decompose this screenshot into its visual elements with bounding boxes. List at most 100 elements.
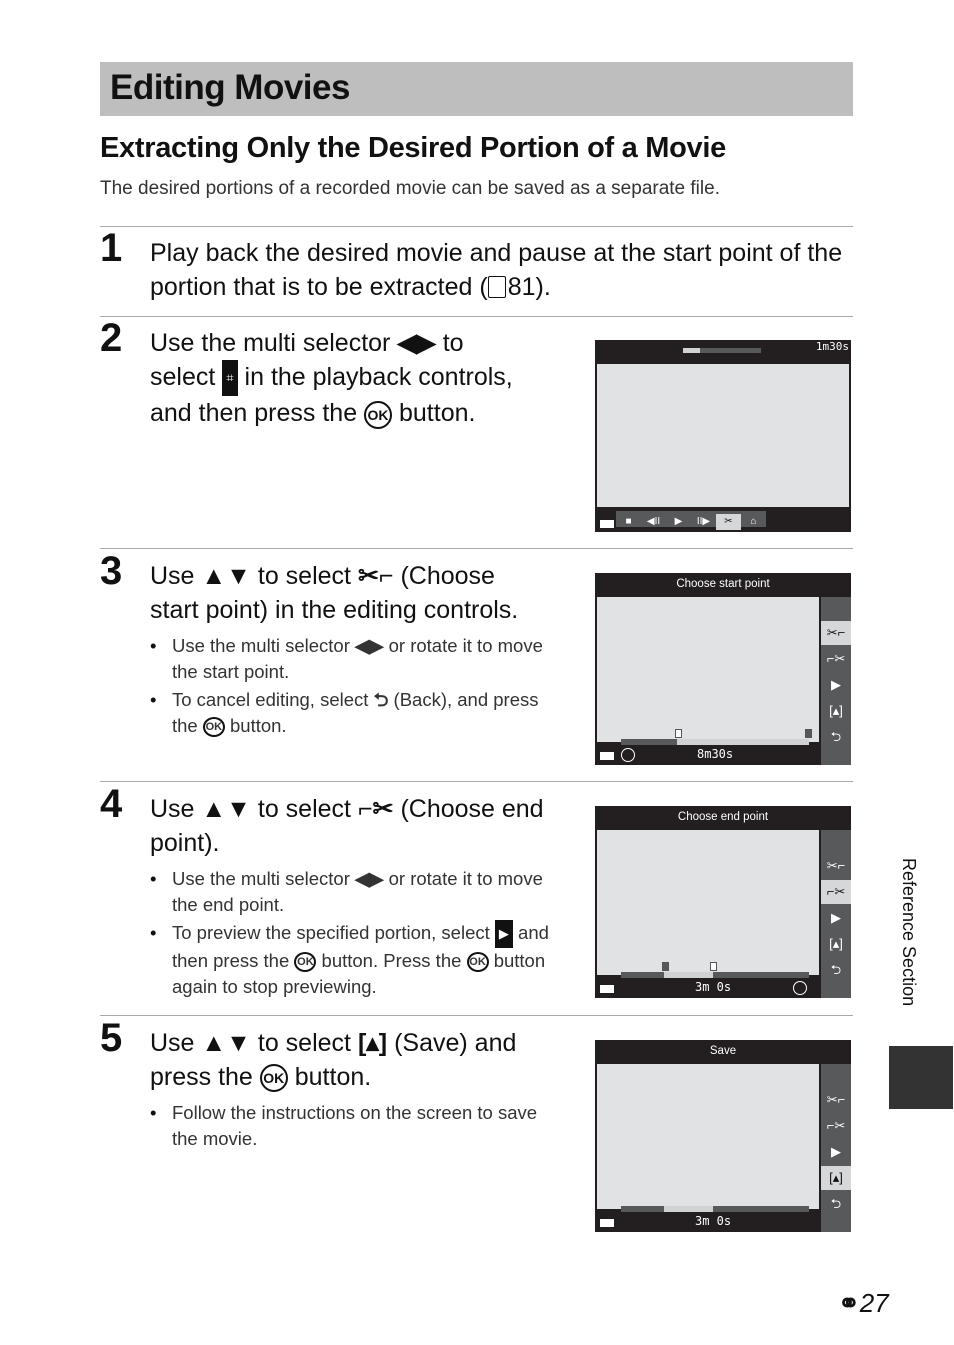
step-text: in the playback controls, bbox=[244, 363, 513, 391]
bullet-item: Use the multi selector ◀▶ or rotate it t… bbox=[150, 633, 550, 685]
step-text: (Choose bbox=[400, 562, 495, 590]
page-number: ⚭27 bbox=[838, 1288, 889, 1319]
step-text: Use bbox=[150, 1029, 195, 1057]
reference-section-label: Reference Section bbox=[899, 858, 919, 1007]
section-title-bar: Editing Movies bbox=[100, 62, 853, 116]
selected-range bbox=[664, 972, 714, 978]
ok-button-icon: OK bbox=[294, 952, 317, 973]
save-icon: [▴] bbox=[357, 1029, 388, 1057]
step-text: to bbox=[442, 329, 464, 357]
step-3-text: Use ▲▼ to select ✂⌐ (Choose start point)… bbox=[150, 559, 580, 627]
divider bbox=[100, 226, 853, 227]
step-2-text: Use the multi selector ◀▶ to select ⌗ in… bbox=[150, 326, 580, 430]
bullet-text: To cancel editing, select bbox=[172, 689, 369, 710]
battery-icon bbox=[600, 520, 614, 528]
choose-start-point-icon[interactable]: ✂⌐ bbox=[821, 1088, 851, 1112]
ok-button-icon: OK bbox=[202, 717, 225, 738]
play-icon[interactable]: ▶ bbox=[821, 1140, 851, 1164]
start-marker bbox=[675, 729, 682, 738]
battery-icon bbox=[600, 1219, 614, 1227]
step-text: button. bbox=[399, 399, 476, 428]
back-icon[interactable]: ⮌ bbox=[821, 958, 851, 982]
choose-end-point-icon[interactable]: ⌐✂ bbox=[821, 880, 851, 904]
back-icon: ⮌ bbox=[373, 689, 389, 710]
bullet-item: To cancel editing, select ⮌ (Back), and … bbox=[150, 687, 550, 739]
up-down-arrows-icon: ▲▼ bbox=[201, 562, 251, 590]
playback-control-button[interactable]: ✂ bbox=[716, 514, 741, 530]
editing-controls: ✂⌐ ⌐✂ ▶ [▴] ⮌ bbox=[821, 1064, 851, 1232]
bullet-item: To preview the specified portion, select… bbox=[150, 920, 555, 1000]
step-5-text: Use ▲▼ to select [▴] (Save) and press th… bbox=[150, 1026, 580, 1094]
step-text: Play back the desired movie and pause at… bbox=[150, 239, 801, 267]
book-reference-icon bbox=[487, 276, 506, 298]
save-icon[interactable]: [▴] bbox=[821, 1166, 851, 1190]
playback-control-button[interactable]: ⌂ bbox=[741, 514, 766, 530]
step-text: Use bbox=[150, 795, 195, 823]
ok-button-icon: OK bbox=[364, 400, 393, 429]
playback-control-button[interactable]: II▶ bbox=[691, 514, 716, 530]
step-text: select bbox=[150, 363, 216, 391]
save-icon[interactable]: [▴] bbox=[821, 699, 851, 723]
playback-progress-fill bbox=[683, 348, 701, 353]
end-marker bbox=[805, 729, 812, 738]
start-marker bbox=[662, 962, 669, 971]
divider bbox=[100, 548, 853, 549]
section-title: Editing Movies bbox=[110, 68, 350, 107]
selected-range bbox=[664, 1206, 714, 1212]
step-text: button. bbox=[294, 1063, 372, 1091]
step-text: Use bbox=[150, 562, 195, 590]
step-text: (Choose end bbox=[400, 795, 544, 823]
playback-control-button[interactable]: ▶ bbox=[666, 514, 691, 530]
divider bbox=[100, 316, 853, 317]
choose-start-point-icon: ✂⌐ bbox=[357, 562, 394, 590]
choose-end-point-icon[interactable]: ⌐✂ bbox=[821, 1114, 851, 1138]
edit-timeline bbox=[621, 972, 809, 978]
playback-progress-bar bbox=[683, 348, 761, 353]
edit-movie-icon: ⌗ bbox=[222, 360, 238, 397]
choose-start-point-icon[interactable]: ✂⌐ bbox=[821, 621, 851, 645]
end-marker bbox=[710, 962, 717, 971]
page-number-text: 27 bbox=[859, 1288, 889, 1318]
edit-time: 8m30s bbox=[697, 747, 734, 761]
step-text: and then press the bbox=[150, 399, 358, 428]
play-icon: ▶ bbox=[494, 920, 513, 949]
screen-header: Choose end point bbox=[677, 811, 769, 823]
bullet-text: Use the multi selector bbox=[172, 635, 350, 656]
choose-start-point-icon[interactable]: ✂⌐ bbox=[821, 854, 851, 878]
step-text: to select bbox=[257, 1029, 351, 1057]
left-right-arrows-icon: ◀▶ bbox=[397, 329, 436, 357]
back-icon[interactable]: ⮌ bbox=[821, 1192, 851, 1216]
multi-selector-icon bbox=[793, 981, 807, 995]
back-icon[interactable]: ⮌ bbox=[821, 725, 851, 749]
step-text: Use the multi selector bbox=[150, 329, 391, 357]
editing-controls: ✂⌐ ⌐✂ ▶ [▴] ⮌ bbox=[821, 597, 851, 765]
bullet-text: Use the multi selector bbox=[172, 868, 350, 889]
step-number: 1 bbox=[100, 226, 123, 270]
video-preview-area bbox=[597, 364, 849, 507]
step-text: to select bbox=[257, 795, 351, 823]
step-text: to select bbox=[257, 562, 351, 590]
bullet-text: button. bbox=[230, 715, 287, 736]
step-5-bullets: Follow the instructions on the screen to… bbox=[150, 1100, 550, 1154]
reference-page-link[interactable]: 81 bbox=[508, 273, 536, 301]
battery-icon bbox=[600, 752, 614, 760]
playback-control-button[interactable]: ◀II bbox=[641, 514, 666, 530]
choose-start-screen: Choose start point ✂⌐ ⌐✂ ▶ [▴] ⮌ 8m30s bbox=[595, 573, 851, 765]
save-icon[interactable]: [▴] bbox=[821, 932, 851, 956]
step-number: 2 bbox=[100, 316, 123, 360]
playback-control-button[interactable]: ■ bbox=[616, 514, 641, 530]
intro-text: The desired portions of a recorded movie… bbox=[100, 178, 720, 199]
divider bbox=[100, 1015, 853, 1016]
choose-end-point-icon[interactable]: ⌐✂ bbox=[821, 647, 851, 671]
step-number: 4 bbox=[100, 782, 123, 826]
play-icon[interactable]: ▶ bbox=[821, 906, 851, 930]
reference-section-tab[interactable] bbox=[889, 1046, 953, 1109]
screen-header: Save bbox=[709, 1045, 737, 1057]
step-text: start point) in the editing controls. bbox=[150, 596, 519, 624]
play-icon[interactable]: ▶ bbox=[821, 673, 851, 697]
step-text: ). bbox=[535, 273, 551, 301]
up-down-arrows-icon: ▲▼ bbox=[201, 795, 251, 823]
ok-button-icon: OK bbox=[259, 1064, 288, 1093]
step-number: 5 bbox=[100, 1016, 123, 1060]
bullet-text: Follow the instructions on the screen to… bbox=[172, 1102, 538, 1149]
